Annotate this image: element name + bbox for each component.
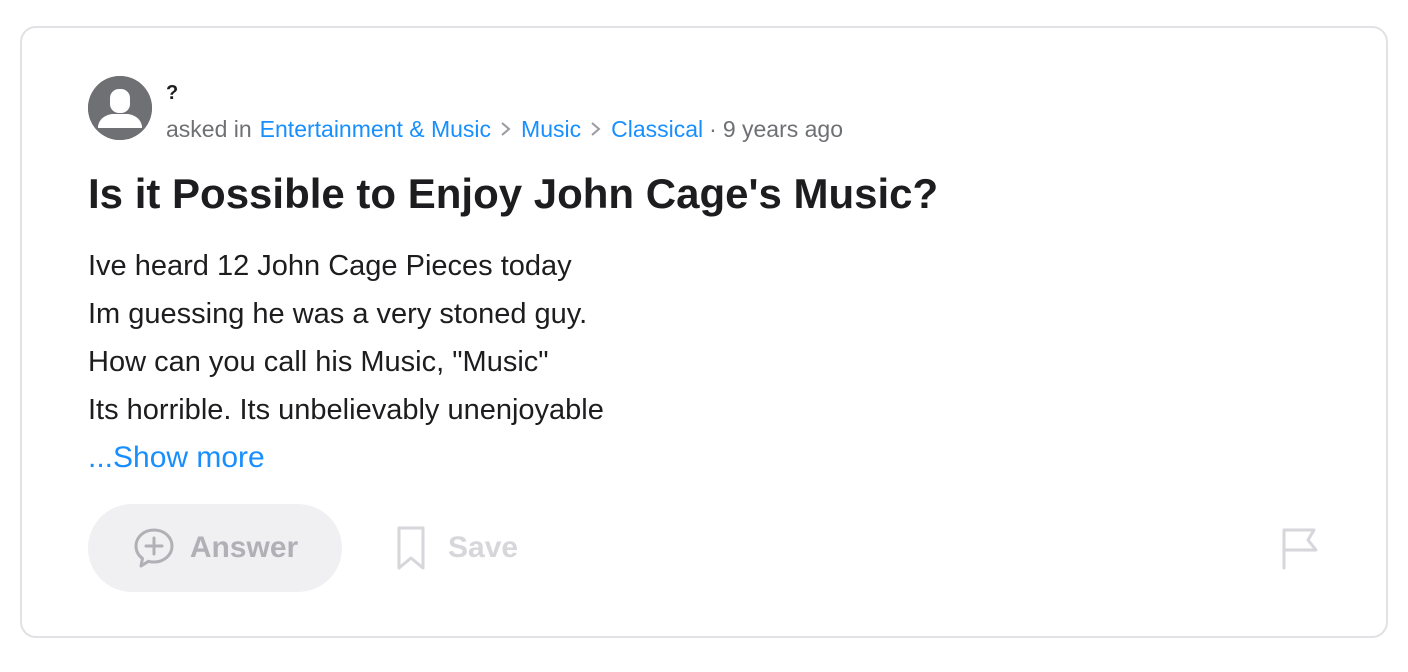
question-header: ? asked in Entertainment & Music Music C… [88, 76, 843, 144]
breadcrumb-link-entertainment-music[interactable]: Entertainment & Music [260, 114, 491, 144]
question-title: Is it Possible to Enjoy John Cage's Musi… [88, 170, 939, 217]
question-body-line: Ive heard 12 John Cage Pieces today [88, 250, 572, 282]
timestamp: 9 years ago [722, 116, 844, 142]
answer-button[interactable]: Answer [88, 504, 342, 592]
user-avatar-icon[interactable] [88, 76, 152, 140]
question-body: Ive heard 12 John Cage Pieces today Im g… [88, 242, 604, 434]
question-card: ? asked in Entertainment & Music Music C… [20, 26, 1388, 638]
answer-button-label: Answer [189, 531, 299, 564]
breadcrumb: asked in Entertainment & Music Music Cla… [166, 114, 843, 144]
question-body-line: Im guessing he was a very stoned guy. [88, 298, 588, 330]
question-meta: ? asked in Entertainment & Music Music C… [166, 76, 843, 144]
save-button-label: Save [448, 531, 519, 564]
bookmark-icon [397, 526, 425, 570]
chevron-right-icon [501, 122, 511, 136]
breadcrumb-link-classical[interactable]: Classical [611, 114, 703, 144]
save-button[interactable]: Save [396, 524, 518, 572]
asked-in-label: asked in [166, 116, 252, 142]
chevron-right-icon [591, 122, 601, 136]
add-comment-icon [134, 528, 174, 568]
flag-icon[interactable] [1278, 526, 1322, 570]
question-body-line: Its horrible. Its unbelievably unenjoyab… [88, 394, 604, 426]
meta-separator: · [709, 116, 717, 142]
question-body-line: How can you call his Music, "Music" [88, 346, 549, 378]
show-more-link[interactable]: ...Show more [88, 434, 265, 482]
breadcrumb-link-music[interactable]: Music [521, 114, 581, 144]
username[interactable]: ? [166, 80, 843, 106]
